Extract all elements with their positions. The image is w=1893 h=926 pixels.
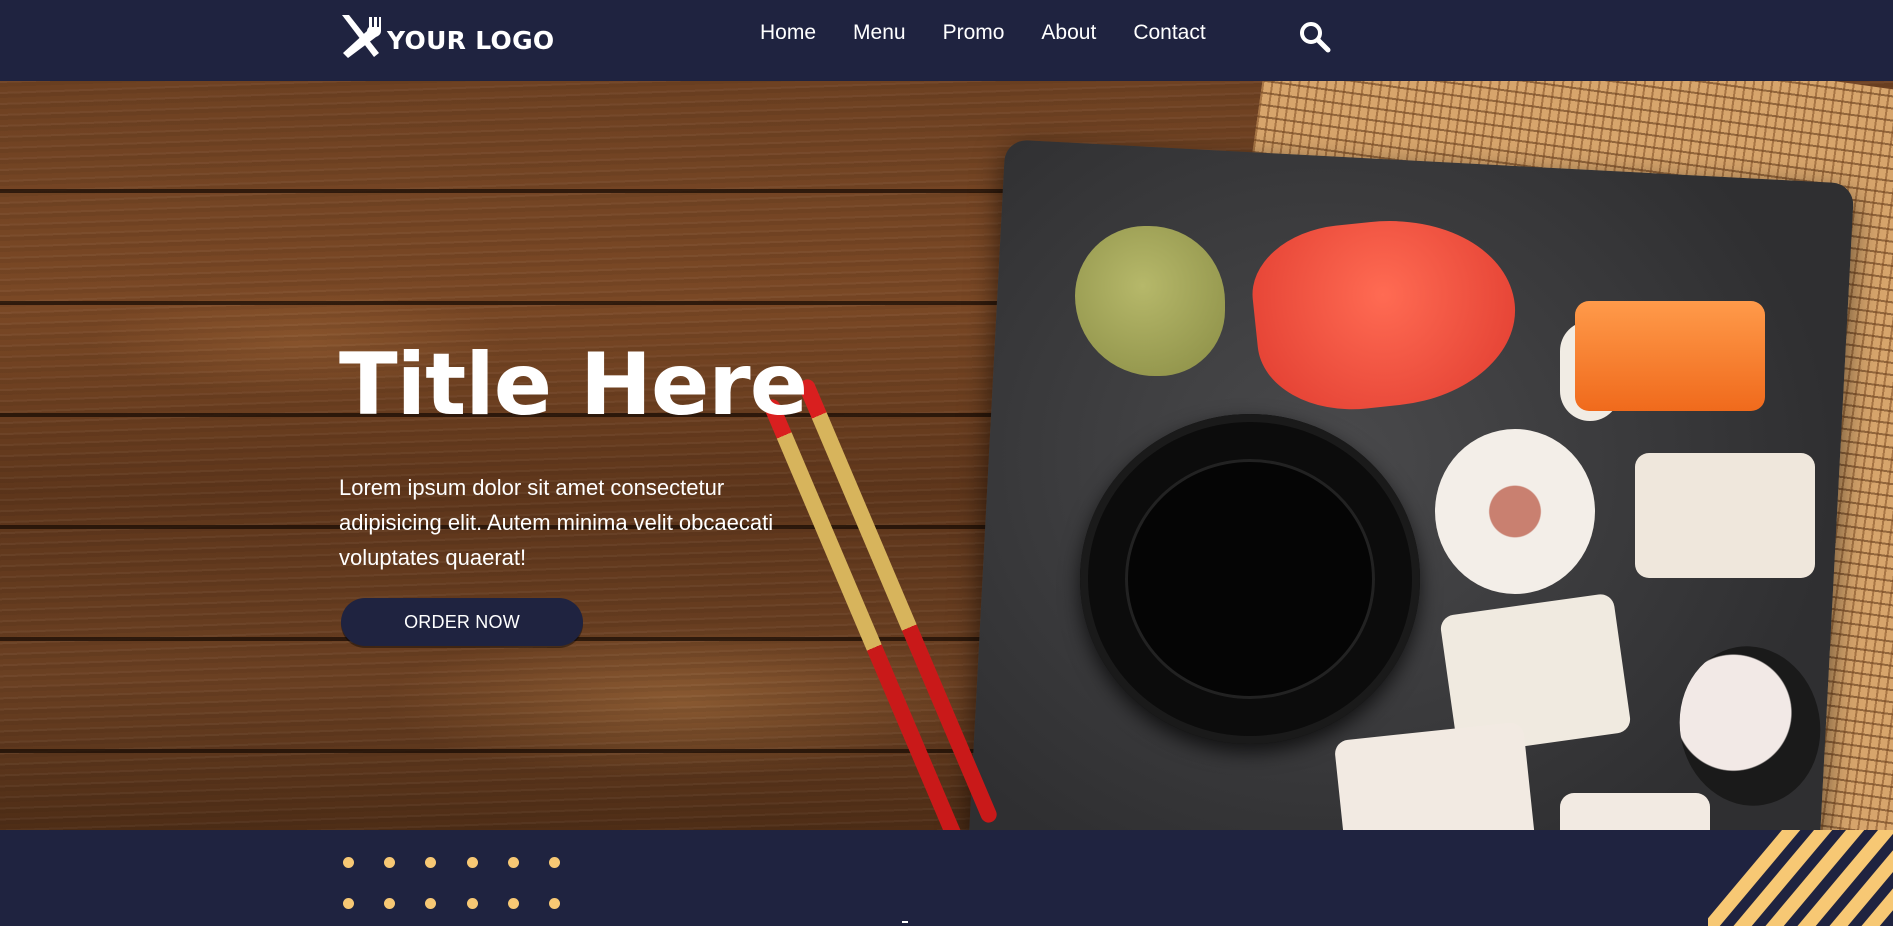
bottom-band [0,830,1893,926]
chopstick-image [796,376,1000,826]
decorative-dot [508,898,519,909]
sushi-roll-image [1635,453,1815,578]
logo-link[interactable]: YOUR LOGO [339,12,554,60]
dot-pattern-decoration [343,857,563,917]
nav-contact[interactable]: Contact [1133,20,1205,46]
decorative-dot [549,857,560,868]
decorative-dot [467,857,478,868]
hero-description: Lorem ipsum dolor sit amet consectetur a… [339,475,774,570]
nav-about[interactable]: About [1041,20,1096,46]
salmon-nigiri-image [1575,301,1765,411]
decorative-dot [467,898,478,909]
search-icon [1300,22,1331,53]
hero-section [0,81,1893,830]
decorative-dot [425,857,436,868]
decorative-dot [343,898,354,909]
logo-text: YOUR LOGO [387,25,555,55]
decorative-dot [343,857,354,868]
fork-knife-icon [342,15,381,58]
soy-sauce-bowl-image [1080,414,1420,744]
nav-promo[interactable]: Promo [943,20,1005,46]
chopstick-image [761,396,965,830]
decorative-dot [425,898,436,909]
hero-title: Title Here [339,335,808,435]
top-navbar: YOUR LOGO Home Menu Promo About Contact [0,0,1893,81]
nav-home[interactable]: Home [760,20,816,46]
decorative-dot [384,898,395,909]
sushi-roll-image [1560,793,1710,830]
stripe-pattern-decoration [1708,830,1893,926]
sushi-roll-image [1435,429,1595,594]
order-now-button[interactable]: ORDER NOW [341,598,583,646]
decorative-dot [508,857,519,868]
sushi-roll-image [1333,721,1537,830]
decorative-dot [384,857,395,868]
main-nav: Home Menu Promo About Contact [760,20,1243,46]
nav-menu[interactable]: Menu [853,20,906,46]
search-button[interactable] [1298,20,1332,54]
decorative-mark [902,921,908,923]
decorative-dot [549,898,560,909]
